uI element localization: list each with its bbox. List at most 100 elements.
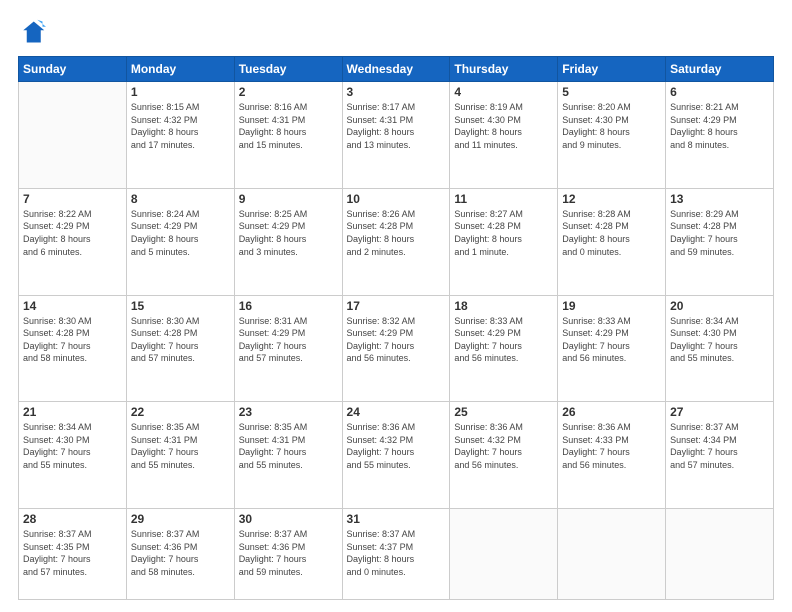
day-number: 27 xyxy=(670,405,769,419)
day-info: Sunrise: 8:27 AM Sunset: 4:28 PM Dayligh… xyxy=(454,208,553,258)
calendar-cell: 6Sunrise: 8:21 AM Sunset: 4:29 PM Daylig… xyxy=(666,82,774,189)
day-info: Sunrise: 8:25 AM Sunset: 4:29 PM Dayligh… xyxy=(239,208,338,258)
calendar-cell: 25 Sunrise: 8:36 AM Sunset: 4:32 PM Dayli… xyxy=(450,402,558,509)
day-number: 18 xyxy=(454,299,553,313)
calendar-cell xyxy=(666,509,774,600)
calendar-cell: 27 Sunrise: 8:37 AM Sunset: 4:34 PM Dayli… xyxy=(666,402,774,509)
calendar-cell: 28 Sunrise: 8:37 AM Sunset: 4:35 PM Dayli… xyxy=(19,509,127,600)
calendar-table: SundayMondayTuesdayWednesdayThursdayFrid… xyxy=(18,56,774,600)
day-info: Sunrise: 8:31 AM Sunset: 4:29 PM Dayligh… xyxy=(239,315,338,365)
day-number: 19 xyxy=(562,299,661,313)
day-info: Sunrise: 8:37 AM Sunset: 4:35 PM Dayligh… xyxy=(23,528,122,578)
weekday-header-friday: Friday xyxy=(558,57,666,82)
day-info: Sunrise: 8:37 AM Sunset: 4:34 PM Dayligh… xyxy=(670,421,769,471)
calendar-cell: 13 Sunrise: 8:29 AM Sunset: 4:28 PM Dayli… xyxy=(666,188,774,295)
weekday-header-tuesday: Tuesday xyxy=(234,57,342,82)
day-number: 4 xyxy=(454,85,553,99)
day-number: 16 xyxy=(239,299,338,313)
calendar-cell: 17 Sunrise: 8:32 AM Sunset: 4:29 PM Dayli… xyxy=(342,295,450,402)
calendar-cell: 29 Sunrise: 8:37 AM Sunset: 4:36 PM Dayli… xyxy=(126,509,234,600)
day-info: Sunrise: 8:35 AM Sunset: 4:31 PM Dayligh… xyxy=(239,421,338,471)
weekday-header-thursday: Thursday xyxy=(450,57,558,82)
weekday-header-sunday: Sunday xyxy=(19,57,127,82)
day-info: Sunrise: 8:35 AM Sunset: 4:31 PM Dayligh… xyxy=(131,421,230,471)
day-number: 7 xyxy=(23,192,122,206)
day-number: 11 xyxy=(454,192,553,206)
day-info: Sunrise: 8:32 AM Sunset: 4:29 PM Dayligh… xyxy=(347,315,446,365)
day-info: Sunrise: 8:15 AM Sunset: 4:32 PM Dayligh… xyxy=(131,101,230,151)
calendar-cell: 5Sunrise: 8:20 AM Sunset: 4:30 PM Daylig… xyxy=(558,82,666,189)
calendar-cell: 20 Sunrise: 8:34 AM Sunset: 4:30 PM Dayli… xyxy=(666,295,774,402)
day-number: 28 xyxy=(23,512,122,526)
day-info: Sunrise: 8:26 AM Sunset: 4:28 PM Dayligh… xyxy=(347,208,446,258)
calendar-cell xyxy=(450,509,558,600)
day-info: Sunrise: 8:37 AM Sunset: 4:36 PM Dayligh… xyxy=(131,528,230,578)
calendar-cell: 14 Sunrise: 8:30 AM Sunset: 4:28 PM Dayli… xyxy=(19,295,127,402)
week-row-4: 21Sunrise: 8:34 AM Sunset: 4:30 PM Dayli… xyxy=(19,402,774,509)
calendar-cell: 19 Sunrise: 8:33 AM Sunset: 4:29 PM Dayli… xyxy=(558,295,666,402)
day-number: 10 xyxy=(347,192,446,206)
day-info: Sunrise: 8:21 AM Sunset: 4:29 PM Dayligh… xyxy=(670,101,769,151)
day-info: Sunrise: 8:24 AM Sunset: 4:29 PM Dayligh… xyxy=(131,208,230,258)
calendar-cell: 10 Sunrise: 8:26 AM Sunset: 4:28 PM Dayli… xyxy=(342,188,450,295)
calendar-cell xyxy=(19,82,127,189)
day-number: 22 xyxy=(131,405,230,419)
weekday-header-row: SundayMondayTuesdayWednesdayThursdayFrid… xyxy=(19,57,774,82)
calendar-cell xyxy=(558,509,666,600)
day-number: 8 xyxy=(131,192,230,206)
day-number: 31 xyxy=(347,512,446,526)
day-number: 29 xyxy=(131,512,230,526)
day-number: 2 xyxy=(239,85,338,99)
day-number: 12 xyxy=(562,192,661,206)
calendar-cell: 24Sunrise: 8:36 AM Sunset: 4:32 PM Dayli… xyxy=(342,402,450,509)
day-info: Sunrise: 8:37 AM Sunset: 4:36 PM Dayligh… xyxy=(239,528,338,578)
day-number: 24 xyxy=(347,405,446,419)
calendar-cell: 21Sunrise: 8:34 AM Sunset: 4:30 PM Dayli… xyxy=(19,402,127,509)
day-info: Sunrise: 8:36 AM Sunset: 4:33 PM Dayligh… xyxy=(562,421,661,471)
weekday-header-saturday: Saturday xyxy=(666,57,774,82)
day-info: Sunrise: 8:29 AM Sunset: 4:28 PM Dayligh… xyxy=(670,208,769,258)
day-info: Sunrise: 8:33 AM Sunset: 4:29 PM Dayligh… xyxy=(454,315,553,365)
calendar-cell: 15Sunrise: 8:30 AM Sunset: 4:28 PM Dayli… xyxy=(126,295,234,402)
day-number: 3 xyxy=(347,85,446,99)
calendar-cell: 8 Sunrise: 8:24 AM Sunset: 4:29 PM Daylig… xyxy=(126,188,234,295)
day-info: Sunrise: 8:36 AM Sunset: 4:32 PM Dayligh… xyxy=(454,421,553,471)
day-number: 14 xyxy=(23,299,122,313)
calendar-cell: 16 Sunrise: 8:31 AM Sunset: 4:29 PM Dayli… xyxy=(234,295,342,402)
day-number: 20 xyxy=(670,299,769,313)
day-number: 21 xyxy=(23,405,122,419)
calendar-cell: 12 Sunrise: 8:28 AM Sunset: 4:28 PM Dayli… xyxy=(558,188,666,295)
day-number: 23 xyxy=(239,405,338,419)
calendar-cell: 31Sunrise: 8:37 AM Sunset: 4:37 PM Dayli… xyxy=(342,509,450,600)
day-info: Sunrise: 8:16 AM Sunset: 4:31 PM Dayligh… xyxy=(239,101,338,151)
day-number: 25 xyxy=(454,405,553,419)
logo xyxy=(18,18,50,46)
day-number: 15 xyxy=(131,299,230,313)
day-number: 17 xyxy=(347,299,446,313)
day-number: 1 xyxy=(131,85,230,99)
day-info: Sunrise: 8:17 AM Sunset: 4:31 PM Dayligh… xyxy=(347,101,446,151)
calendar-cell: 22 Sunrise: 8:35 AM Sunset: 4:31 PM Dayli… xyxy=(126,402,234,509)
week-row-5: 28 Sunrise: 8:37 AM Sunset: 4:35 PM Dayli… xyxy=(19,509,774,600)
page: SundayMondayTuesdayWednesdayThursdayFrid… xyxy=(0,0,792,612)
day-info: Sunrise: 8:19 AM Sunset: 4:30 PM Dayligh… xyxy=(454,101,553,151)
week-row-2: 7Sunrise: 8:22 AM Sunset: 4:29 PM Daylig… xyxy=(19,188,774,295)
day-info: Sunrise: 8:30 AM Sunset: 4:28 PM Dayligh… xyxy=(23,315,122,365)
weekday-header-wednesday: Wednesday xyxy=(342,57,450,82)
week-row-3: 14 Sunrise: 8:30 AM Sunset: 4:28 PM Dayli… xyxy=(19,295,774,402)
calendar-cell: 7Sunrise: 8:22 AM Sunset: 4:29 PM Daylig… xyxy=(19,188,127,295)
calendar-cell: 3 Sunrise: 8:17 AM Sunset: 4:31 PM Daylig… xyxy=(342,82,450,189)
calendar-cell: 1 Sunrise: 8:15 AM Sunset: 4:32 PM Daylig… xyxy=(126,82,234,189)
day-info: Sunrise: 8:34 AM Sunset: 4:30 PM Dayligh… xyxy=(670,315,769,365)
calendar-cell: 11 Sunrise: 8:27 AM Sunset: 4:28 PM Dayli… xyxy=(450,188,558,295)
day-number: 13 xyxy=(670,192,769,206)
calendar-cell: 4 Sunrise: 8:19 AM Sunset: 4:30 PM Daylig… xyxy=(450,82,558,189)
day-number: 5 xyxy=(562,85,661,99)
day-info: Sunrise: 8:28 AM Sunset: 4:28 PM Dayligh… xyxy=(562,208,661,258)
day-number: 30 xyxy=(239,512,338,526)
weekday-header-monday: Monday xyxy=(126,57,234,82)
calendar-cell: 2 Sunrise: 8:16 AM Sunset: 4:31 PM Daylig… xyxy=(234,82,342,189)
week-row-1: 1 Sunrise: 8:15 AM Sunset: 4:32 PM Daylig… xyxy=(19,82,774,189)
day-number: 26 xyxy=(562,405,661,419)
day-info: Sunrise: 8:33 AM Sunset: 4:29 PM Dayligh… xyxy=(562,315,661,365)
